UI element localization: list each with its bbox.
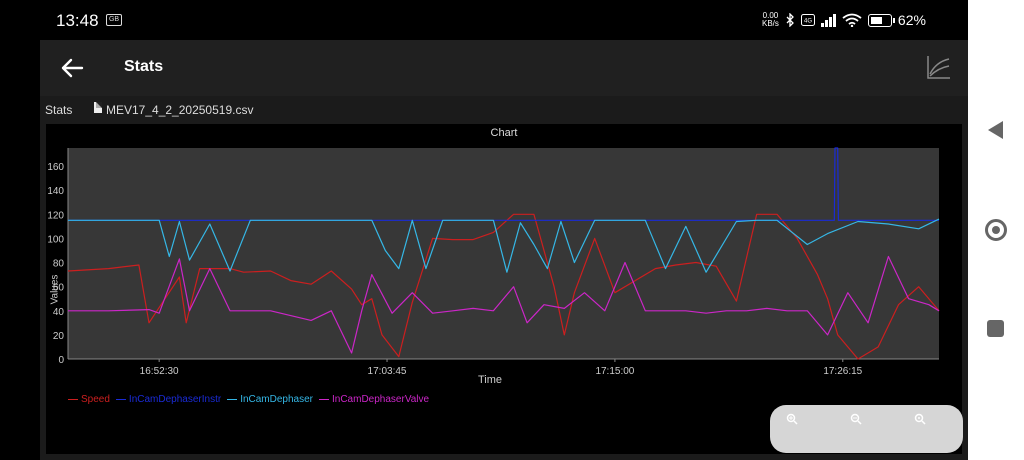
toolbar: Stats xyxy=(40,40,968,96)
y-tick-label: 160 xyxy=(47,162,64,173)
y-tick-label: 100 xyxy=(47,234,64,245)
breadcrumb-root[interactable]: Stats xyxy=(45,103,72,117)
signal-icon xyxy=(820,13,836,27)
x-tick-label: 16:52:30 xyxy=(140,366,179,377)
svg-text:4G: 4G xyxy=(804,19,812,25)
volte-icon: 4G xyxy=(800,14,815,26)
x-tick-label: 17:03:45 xyxy=(368,366,407,377)
zoom-out-icon[interactable] xyxy=(850,413,862,425)
legend-swatch xyxy=(115,399,126,400)
breadcrumb-file[interactable]: MEV17_4_2_20250519.csv xyxy=(106,103,253,117)
app-window: Stats Stats MEV17_4_2_20250519.csv Chart… xyxy=(40,40,968,460)
y-tick-label: 140 xyxy=(47,186,64,197)
y-tick-label: 20 xyxy=(53,331,65,342)
legend-label: InCamDephaser xyxy=(240,394,313,405)
battery-percent: 62% xyxy=(897,12,926,28)
gb-icon: GB xyxy=(106,14,122,26)
y-tick-label: 0 xyxy=(58,355,64,366)
zoom-in-icon[interactable] xyxy=(786,413,798,425)
arrow-left-icon[interactable] xyxy=(58,54,86,82)
line-chart-icon[interactable] xyxy=(926,54,952,80)
status-bar: 13:48 GB 0.00 KB/s 4G 62% xyxy=(0,0,968,40)
circle-home-icon[interactable] xyxy=(985,219,1007,241)
legend-label: InCamDephaserInstr xyxy=(128,394,222,405)
legend-swatch xyxy=(319,399,329,400)
square-recent-icon[interactable] xyxy=(987,320,1004,337)
legend-item: InCamDephaserInstr xyxy=(115,394,222,405)
y-tick-label: 40 xyxy=(53,307,65,318)
legend-swatch xyxy=(68,399,78,400)
x-axis-label: Time xyxy=(478,374,503,386)
file-icon xyxy=(94,102,102,113)
zoom-controls xyxy=(770,405,963,453)
wifi-icon xyxy=(842,13,862,27)
legend-item: InCamDephaserValve xyxy=(319,394,429,405)
x-tick-label: 17:26:15 xyxy=(823,366,862,377)
x-tick-label: 17:15:00 xyxy=(595,366,634,377)
legend-item: Speed xyxy=(68,394,110,405)
breadcrumb: Stats MEV17_4_2_20250519.csv xyxy=(40,96,968,124)
zoom-reset-icon[interactable] xyxy=(914,413,926,425)
status-time: 13:48 xyxy=(56,11,99,30)
y-tick-label: 80 xyxy=(53,259,65,270)
chart-legend: Speed InCamDephaserInstr InCamDephaser InCa… xyxy=(68,394,429,405)
legend-swatch xyxy=(227,399,238,400)
legend-label: Speed xyxy=(81,394,110,405)
bluetooth-icon xyxy=(786,13,794,27)
net-speed: 0.00 KB/s xyxy=(762,11,779,28)
legend-item: InCamDephaser xyxy=(227,394,313,405)
triangle-back-icon[interactable] xyxy=(988,121,1003,139)
battery-icon xyxy=(867,13,895,27)
y-axis-label: Values xyxy=(49,274,61,305)
plot-area xyxy=(68,148,939,359)
page-title: Stats xyxy=(124,58,164,75)
status-icons: 0.00 KB/s 4G 62% xyxy=(762,10,926,30)
y-tick-label: 120 xyxy=(47,210,64,221)
legend-label: InCamDephaserValve xyxy=(332,394,430,405)
